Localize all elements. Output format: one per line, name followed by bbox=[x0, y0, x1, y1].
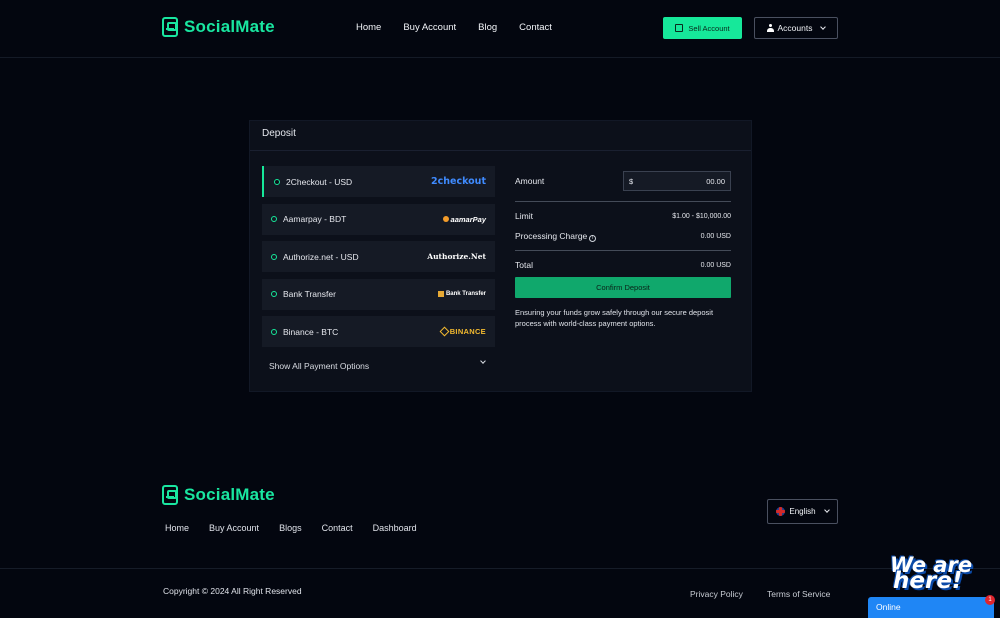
main-nav: Home Buy Account Blog Contact bbox=[356, 22, 574, 33]
sell-account-button[interactable]: Sell Account bbox=[663, 17, 742, 39]
radio-icon bbox=[271, 253, 277, 260]
deposit-summary: Amount $ 00.00 Limit $1.00 - $10,000.00 … bbox=[515, 171, 731, 329]
robot-icon bbox=[162, 17, 178, 37]
limit-row: Limit $1.00 - $10,000.00 bbox=[515, 211, 731, 221]
brand-logo[interactable]: SocialMate bbox=[162, 17, 275, 37]
show-all-payment-options[interactable]: Show All Payment Options bbox=[262, 358, 495, 374]
divider bbox=[515, 201, 731, 202]
language-selector[interactable]: English bbox=[767, 499, 838, 524]
user-icon bbox=[766, 24, 774, 32]
amount-label: Amount bbox=[515, 176, 545, 186]
radio-selected-icon bbox=[274, 178, 280, 185]
limit-label: Limit bbox=[515, 211, 533, 221]
footer-nav-home[interactable]: Home bbox=[165, 523, 189, 533]
edit-icon bbox=[675, 24, 684, 32]
info-icon[interactable]: i bbox=[589, 235, 597, 242]
amount-row: Amount $ 00.00 bbox=[515, 171, 731, 191]
method-2checkout[interactable]: 2Checkout - USD 2checkout bbox=[262, 166, 495, 197]
chat-greeting-art[interactable]: We are here! bbox=[890, 555, 972, 593]
chat-unread-badge: 1 bbox=[985, 595, 995, 605]
chevron-down-icon bbox=[820, 23, 827, 30]
footer-nav-blogs[interactable]: Blogs bbox=[279, 523, 302, 533]
chat-online-bar[interactable]: Online bbox=[868, 597, 994, 618]
nav-blog[interactable]: Blog bbox=[478, 22, 497, 33]
aamarpay-logo: aamarPay bbox=[442, 215, 486, 224]
sell-account-label: Sell Account bbox=[688, 23, 730, 33]
terms-of-service-link[interactable]: Terms of Service bbox=[767, 589, 830, 599]
robot-icon bbox=[162, 485, 178, 505]
footer-nav-buy-account[interactable]: Buy Account bbox=[209, 523, 259, 533]
divider bbox=[515, 250, 731, 251]
payment-methods: 2Checkout - USD 2checkout Aamarpay - BDT… bbox=[262, 166, 495, 371]
amount-placeholder: 00.00 bbox=[706, 176, 725, 186]
nav-buy-account[interactable]: Buy Account bbox=[403, 22, 456, 33]
binance-logo: BINANCE bbox=[439, 326, 486, 337]
method-aamarpay[interactable]: Aamarpay - BDT aamarPay bbox=[262, 203, 495, 235]
method-label: Authorize.net - USD bbox=[283, 251, 359, 262]
language-label: English bbox=[789, 507, 816, 516]
show-all-label: Show All Payment Options bbox=[269, 361, 370, 371]
method-label: Binance - BTC bbox=[283, 326, 339, 337]
amount-input[interactable]: $ 00.00 bbox=[623, 171, 731, 191]
nav-contact[interactable]: Contact bbox=[519, 22, 552, 33]
limit-value: $1.00 - $10,000.00 bbox=[672, 212, 731, 220]
method-label: 2Checkout - USD bbox=[286, 176, 353, 187]
chevron-down-icon bbox=[480, 358, 486, 364]
charge-value: 0.00 USD bbox=[700, 233, 731, 240]
method-label: Bank Transfer bbox=[283, 289, 336, 299]
method-label: Aamarpay - BDT bbox=[283, 214, 347, 224]
bank-transfer-logo: Bank Transfer bbox=[437, 291, 486, 297]
footer-nav-dashboard[interactable]: Dashboard bbox=[373, 523, 417, 533]
accounts-label: Accounts bbox=[777, 23, 813, 33]
total-label: Total bbox=[515, 260, 533, 270]
radio-icon bbox=[271, 216, 277, 222]
chevron-down-icon bbox=[823, 507, 830, 513]
method-binance[interactable]: Binance - BTC BINANCE bbox=[262, 316, 495, 347]
copyright-text: Copyright © 2024 All Right Reserved bbox=[163, 586, 302, 596]
2checkout-logo: 2checkout bbox=[431, 176, 486, 187]
method-bank-transfer[interactable]: Bank Transfer Bank Transfer bbox=[262, 278, 495, 310]
brand-name: SocialMate bbox=[184, 17, 275, 36]
nav-home[interactable]: Home bbox=[356, 22, 381, 33]
uk-flag-icon bbox=[776, 507, 786, 516]
deposit-title: Deposit bbox=[250, 121, 751, 151]
confirm-deposit-button[interactable]: Confirm Deposit bbox=[515, 277, 731, 298]
charge-label: Processing Charge bbox=[515, 231, 588, 241]
total-row: Total 0.00 USD bbox=[515, 260, 731, 270]
radio-icon bbox=[271, 291, 277, 297]
footer-brand-name: SocialMate bbox=[184, 485, 275, 504]
currency-symbol: $ bbox=[629, 176, 634, 186]
charge-row: Processing Charge i 0.00 USD bbox=[515, 231, 731, 242]
radio-icon bbox=[271, 328, 277, 335]
footer-nav-contact[interactable]: Contact bbox=[322, 523, 353, 533]
accounts-dropdown[interactable]: Accounts bbox=[754, 17, 838, 39]
method-authorize-net[interactable]: Authorize.net - USD Authorize.Net bbox=[262, 241, 495, 272]
footer-divider bbox=[0, 568, 1000, 569]
footer-nav: Home Buy Account Blogs Contact Dashboard bbox=[165, 523, 437, 533]
deposit-note: Ensuring your funds grow safely through … bbox=[515, 308, 714, 328]
chat-status: Online bbox=[876, 602, 901, 612]
footer-brand-logo[interactable]: SocialMate bbox=[162, 485, 275, 505]
total-value: 0.00 USD bbox=[700, 261, 731, 269]
authorize-net-logo: Authorize.Net bbox=[427, 252, 486, 261]
deposit-card: Deposit 2Checkout - USD 2checkout Aamarp… bbox=[249, 120, 752, 392]
site-header: SocialMate Home Buy Account Blog Contact… bbox=[0, 0, 1000, 58]
privacy-policy-link[interactable]: Privacy Policy bbox=[690, 589, 743, 599]
